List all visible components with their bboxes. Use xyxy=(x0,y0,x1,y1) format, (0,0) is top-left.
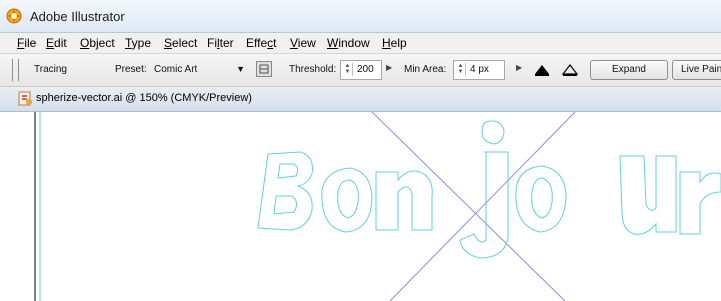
menu-filter-hotkey: l xyxy=(217,36,220,50)
menu-window[interactable]: Window xyxy=(327,36,370,50)
menu-file-hotkey: F xyxy=(17,36,25,50)
menu-view-hotkey: V xyxy=(290,36,298,50)
menu-file[interactable]: File xyxy=(17,36,36,50)
menu-select-hotkey: S xyxy=(164,36,173,50)
menu-filter[interactable]: Filter xyxy=(207,36,234,50)
diagonal-guide xyxy=(371,112,566,301)
document-title: spherize-vector.ai @ 150% (CMYK/Preview) xyxy=(36,92,252,104)
threshold-value: 200 xyxy=(357,64,374,75)
tracing-options-icon[interactable] xyxy=(256,61,272,77)
window-title: Adobe Illustrator xyxy=(30,9,125,24)
artwork xyxy=(34,112,721,301)
diagonal-guide xyxy=(389,112,576,301)
menu-effect[interactable]: Effect xyxy=(246,36,276,50)
preset-label: Preset: xyxy=(115,64,147,75)
document-icon xyxy=(18,91,32,106)
spinner-icon[interactable]: ▲ ▼ xyxy=(456,63,466,76)
menu-edit-hotkey: E xyxy=(46,36,55,50)
outline-mode-icon[interactable] xyxy=(533,61,551,77)
panel-grip[interactable] xyxy=(12,59,19,81)
threshold-label: Threshold: xyxy=(289,64,337,75)
menu-help-hotkey: H xyxy=(382,36,391,50)
menu-edit[interactable]: Edit xyxy=(46,36,67,50)
menu-type-hotkey: T xyxy=(125,36,132,50)
menu-window-hotkey: W xyxy=(327,36,339,50)
chevron-down-icon: ▼ xyxy=(236,64,245,74)
min-area-label: Min Area: xyxy=(404,64,447,75)
window-titlebar: Adobe Illustrator xyxy=(0,0,721,33)
artboard-canvas[interactable] xyxy=(0,112,721,301)
threshold-stepper[interactable]: ▲ ▼ 200 xyxy=(340,60,382,80)
threshold-slider-arrow-icon[interactable]: ▶ xyxy=(386,63,392,72)
menu-bar: File Edit Object Type Select Filter Effe… xyxy=(0,33,721,54)
menu-type[interactable]: Type xyxy=(125,36,151,50)
min-area-stepper[interactable]: ▲ ▼ 4 px xyxy=(453,60,505,80)
menu-help[interactable]: Help xyxy=(382,36,407,50)
menu-object-hotkey: O xyxy=(80,36,90,50)
control-panel: Tracing Preset: Comic Art ▼ Threshold: ▲… xyxy=(0,54,721,87)
traced-text-outline xyxy=(257,120,721,259)
document-tab[interactable]: spherize-vector.ai @ 150% (CMYK/Preview) xyxy=(0,87,721,112)
min-area-value: 4 px xyxy=(470,64,489,75)
tracing-label: Tracing xyxy=(34,64,67,75)
preset-dropdown[interactable]: Comic Art ▼ xyxy=(150,60,250,80)
menu-object[interactable]: Object xyxy=(80,36,115,50)
min-area-slider-arrow-icon[interactable]: ▶ xyxy=(516,63,522,72)
fill-mode-icon[interactable] xyxy=(561,61,579,77)
expand-button[interactable]: Expand xyxy=(590,60,668,80)
menu-select[interactable]: Select xyxy=(164,36,197,50)
live-paint-button[interactable]: Live Paint xyxy=(672,60,721,80)
illustrator-app-icon xyxy=(6,8,22,24)
menu-effect-hotkey: c xyxy=(267,36,274,50)
spinner-icon[interactable]: ▲ ▼ xyxy=(343,63,353,76)
menu-view[interactable]: View xyxy=(290,36,316,50)
preset-value: Comic Art xyxy=(154,64,198,75)
